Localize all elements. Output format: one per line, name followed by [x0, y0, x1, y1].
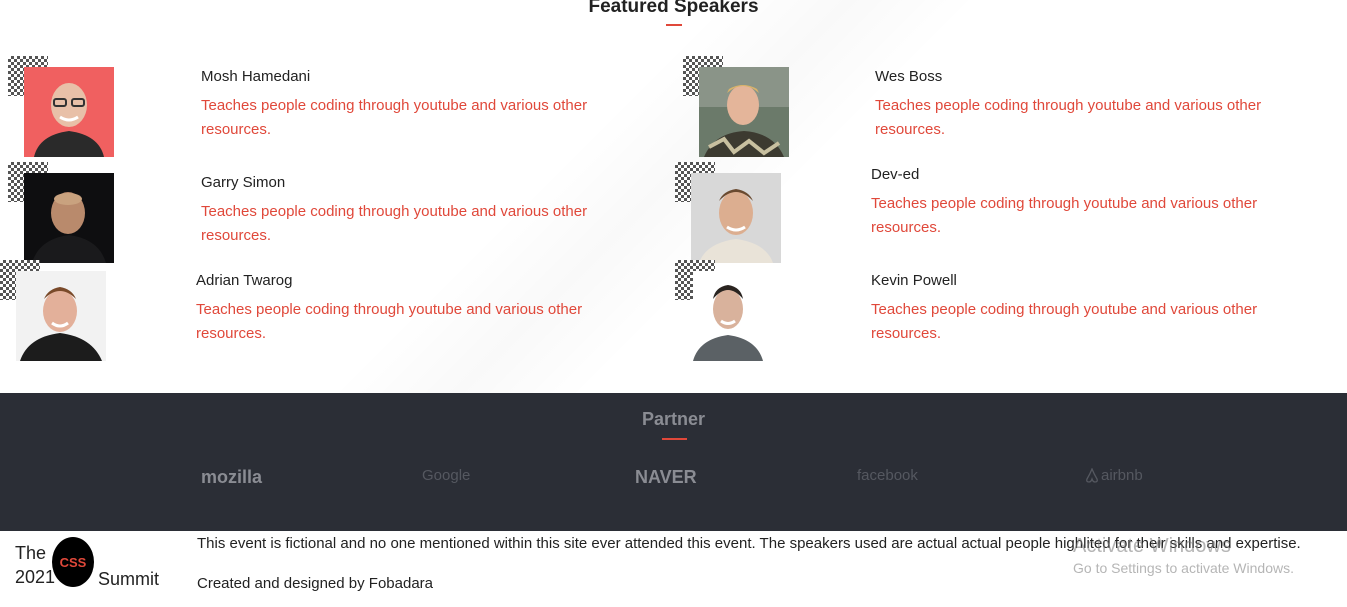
- speaker-name: Garry Simon: [201, 174, 286, 191]
- title-underline: [666, 24, 682, 26]
- speaker-photo: [16, 271, 106, 361]
- airbnb-logo: airbnb: [1085, 467, 1143, 484]
- footer-credit: Created and designed by Fobadara: [197, 575, 434, 592]
- speaker-description: Teaches people coding through youtube an…: [201, 97, 588, 138]
- speaker-description: Teaches people coding through youtube an…: [875, 97, 1262, 138]
- brand-year: 2021: [15, 567, 56, 587]
- css-logo-icon: CSS: [52, 537, 94, 587]
- partner-title: Partner: [641, 409, 706, 429]
- airbnb-label: airbnb: [1101, 467, 1143, 484]
- speaker-photo: [24, 67, 114, 157]
- speaker-photo: [693, 271, 763, 361]
- facebook-logo: facebook: [857, 467, 918, 484]
- speaker-name: Mosh Hamedani: [201, 68, 311, 85]
- speaker-description: Teaches people coding through youtube an…: [201, 203, 588, 244]
- activate-windows-hint: Go to Settings to activate Windows.: [1073, 560, 1294, 576]
- speaker-name: Wes Boss: [875, 68, 943, 85]
- speaker-name: Adrian Twarog: [196, 272, 293, 289]
- google-logo: Google: [422, 467, 471, 484]
- speaker-photo: [691, 173, 781, 263]
- airbnb-icon: [1086, 467, 1098, 483]
- brand-summit: Summit: [98, 569, 160, 589]
- speaker-description: Teaches people coding through youtube an…: [196, 301, 583, 342]
- naver-logo: NAVER: [635, 467, 697, 487]
- partner-underline: [662, 438, 687, 440]
- partner-section: Partner mozilla Google NAVER facebook ai…: [0, 393, 1347, 531]
- speaker-photo: [24, 173, 114, 263]
- speaker-name: Kevin Powell: [871, 272, 957, 289]
- speaker-description: Teaches people coding through youtube an…: [871, 301, 1258, 342]
- activate-windows-watermark: Activate Windows: [1073, 535, 1231, 557]
- speaker-name: Dev-ed: [871, 166, 920, 183]
- section-title: Featured Speakers: [588, 0, 759, 17]
- brand-the: The: [15, 543, 47, 563]
- speaker-photo: [699, 67, 789, 157]
- speaker-description: Teaches people coding through youtube an…: [871, 195, 1258, 236]
- mozilla-logo: mozilla: [201, 467, 263, 487]
